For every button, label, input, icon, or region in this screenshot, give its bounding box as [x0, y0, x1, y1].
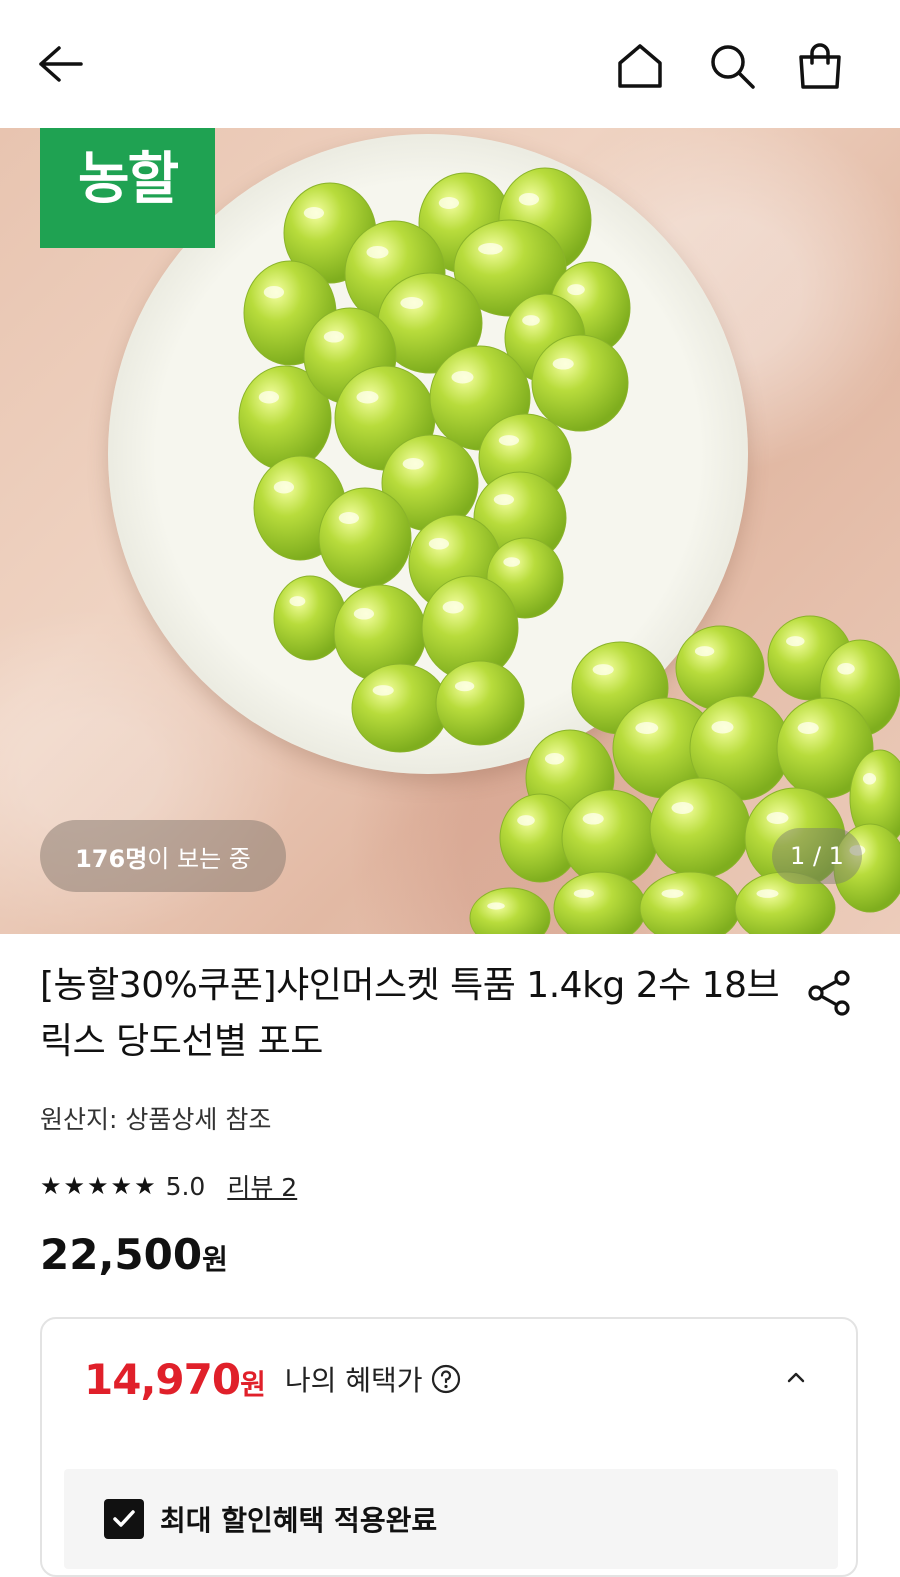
- home-icon[interactable]: [608, 34, 672, 98]
- benefit-label: 나의 혜택가: [284, 1364, 423, 1397]
- grape-berry: [553, 871, 647, 934]
- max-discount-label: 최대 할인혜택 적용완료: [160, 1504, 438, 1537]
- origin-info: 원산지: 상품상세 참조: [40, 1105, 272, 1134]
- grape-berry: [639, 871, 741, 934]
- grape-highlight: [263, 285, 285, 299]
- star-icon: ★: [40, 1172, 62, 1200]
- grape-highlight: [487, 902, 505, 910]
- grape-highlight: [797, 722, 819, 734]
- grape-highlight: [582, 813, 604, 825]
- grape-highlight: [451, 370, 474, 384]
- grape-highlight: [498, 435, 520, 446]
- search-icon[interactable]: [700, 34, 764, 98]
- grape-highlight: [567, 284, 585, 296]
- grape-highlight: [786, 636, 805, 647]
- max-discount-checkbox[interactable]: [104, 1499, 144, 1539]
- star-rating: ★ ★ ★ ★ ★: [40, 1172, 156, 1200]
- grape-berry: [561, 789, 659, 887]
- star-icon: ★: [87, 1172, 109, 1200]
- grape-illustration: [238, 167, 900, 934]
- grape-highlight: [552, 358, 574, 370]
- grape-highlight: [862, 773, 877, 785]
- brand-badge: 농할: [40, 128, 215, 248]
- grape-highlight: [338, 512, 360, 524]
- back-arrow-icon[interactable]: [30, 34, 90, 94]
- grape-highlight: [592, 664, 614, 676]
- grape-highlight: [661, 889, 684, 898]
- grape-berry: [273, 575, 347, 661]
- grape-highlight: [366, 245, 389, 259]
- grape-highlight: [671, 802, 694, 814]
- grape-highlight: [258, 390, 280, 404]
- sale-price-unit: 원: [240, 1367, 266, 1401]
- max-discount-row[interactable]: 최대 할인혜택 적용완료: [104, 1499, 437, 1539]
- product-image-carousel[interactable]: 농할 176명 이 보는 중 1 / 1: [0, 128, 900, 934]
- grape-highlight: [522, 315, 540, 326]
- shopping-bag-icon[interactable]: [788, 34, 852, 98]
- grape-highlight: [400, 297, 424, 309]
- grape-highlight: [837, 663, 855, 675]
- grape-highlight: [694, 646, 715, 657]
- grape-highlight: [303, 207, 325, 219]
- image-pager: 1 / 1: [772, 828, 862, 884]
- grape-highlight: [573, 889, 595, 898]
- original-price: 22,500원: [40, 1230, 228, 1279]
- star-icon: ★: [134, 1172, 156, 1200]
- viewers-badge: 176명 이 보는 중: [40, 820, 286, 892]
- price-unit: 원: [202, 1243, 228, 1276]
- price-value: 22,500: [40, 1230, 203, 1279]
- grape-berry: [531, 334, 629, 432]
- grape-berry: [649, 777, 751, 879]
- grape-highlight: [756, 889, 779, 898]
- grape-highlight: [428, 538, 450, 550]
- help-icon[interactable]: [431, 1364, 461, 1394]
- grape-highlight: [766, 812, 789, 824]
- grape-highlight: [442, 600, 464, 614]
- grape-highlight: [323, 331, 345, 343]
- checkmark-icon: [113, 1510, 135, 1527]
- star-icon: ★: [63, 1172, 86, 1200]
- benefit-detail: 최대 할인혜택 적용완료: [64, 1469, 838, 1569]
- grape-highlight: [289, 596, 306, 607]
- review-link[interactable]: 리뷰 2: [227, 1168, 297, 1204]
- grape-highlight: [353, 608, 375, 620]
- rating-value: 5.0: [165, 1171, 206, 1201]
- grape-highlight: [518, 192, 540, 206]
- viewers-count: 176명: [75, 844, 148, 873]
- chevron-up-icon[interactable]: [784, 1365, 808, 1389]
- viewers-suffix: 이 보는 중: [147, 844, 251, 873]
- benefit-header[interactable]: 14,970원 나의 혜택가: [42, 1319, 856, 1439]
- grape-berry: [351, 663, 449, 753]
- grape-highlight: [517, 815, 535, 826]
- grape-highlight: [635, 722, 659, 734]
- grape-highlight: [402, 458, 424, 470]
- grape-berry: [318, 487, 412, 589]
- grape-highlight: [711, 720, 734, 734]
- product-title: [농할30%쿠폰]샤인머스켓 특품 1.4kg 2수 18브릭스 당도선별 포도: [40, 965, 780, 1062]
- star-icon: ★: [110, 1172, 133, 1200]
- grape-highlight: [503, 557, 521, 567]
- sale-price-value: 14,970: [84, 1354, 241, 1404]
- share-icon[interactable]: [804, 968, 854, 1018]
- grape-highlight: [273, 480, 295, 494]
- top-nav-bar: [0, 0, 900, 128]
- grape-highlight: [544, 753, 565, 765]
- grape-berry: [469, 887, 551, 934]
- grape-highlight: [438, 197, 460, 209]
- benefit-panel: 14,970원 나의 혜택가 최대 할인혜택 적용완료: [40, 1317, 858, 1577]
- grape-berry: [435, 660, 525, 746]
- sale-price: 14,970원: [84, 1354, 266, 1404]
- grape-highlight: [356, 390, 379, 404]
- grape-highlight: [493, 494, 515, 506]
- rating-row: ★ ★ ★ ★ ★ 5.0 리뷰 2: [40, 1166, 297, 1206]
- grape-highlight: [478, 243, 503, 255]
- grape-highlight: [454, 681, 475, 692]
- grape-highlight: [372, 685, 394, 696]
